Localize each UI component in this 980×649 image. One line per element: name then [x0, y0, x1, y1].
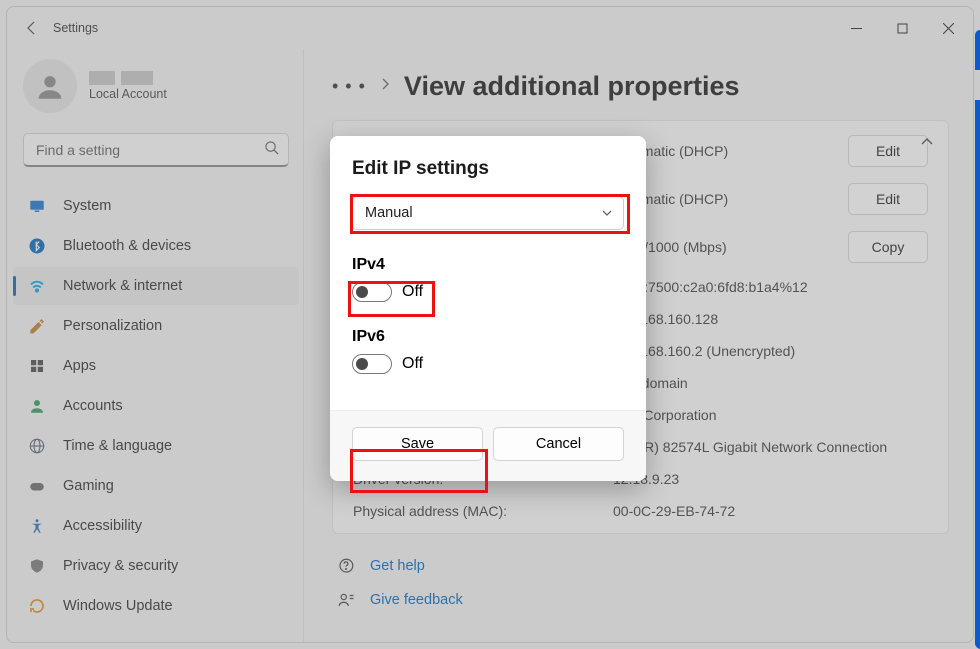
save-button[interactable]: Save: [352, 427, 483, 461]
cancel-button[interactable]: Cancel: [493, 427, 624, 461]
accent-edge: [975, 100, 980, 649]
ip-mode-select[interactable]: Manual: [352, 196, 624, 230]
ipv4-label: IPv4: [352, 256, 624, 274]
ipv6-label: IPv6: [352, 328, 624, 346]
ipv6-state: Off: [402, 355, 423, 373]
ipv4-toggle[interactable]: [352, 282, 392, 302]
ipv6-toggle[interactable]: [352, 354, 392, 374]
ipv4-state: Off: [402, 283, 423, 301]
ip-mode-value: Manual: [365, 205, 413, 221]
edit-ip-dialog: Edit IP settings Manual IPv4 Off IPv6 Of…: [330, 136, 646, 481]
chevron-down-icon: [601, 205, 613, 221]
accent-edge: [975, 30, 980, 70]
dialog-title: Edit IP settings: [352, 158, 624, 180]
